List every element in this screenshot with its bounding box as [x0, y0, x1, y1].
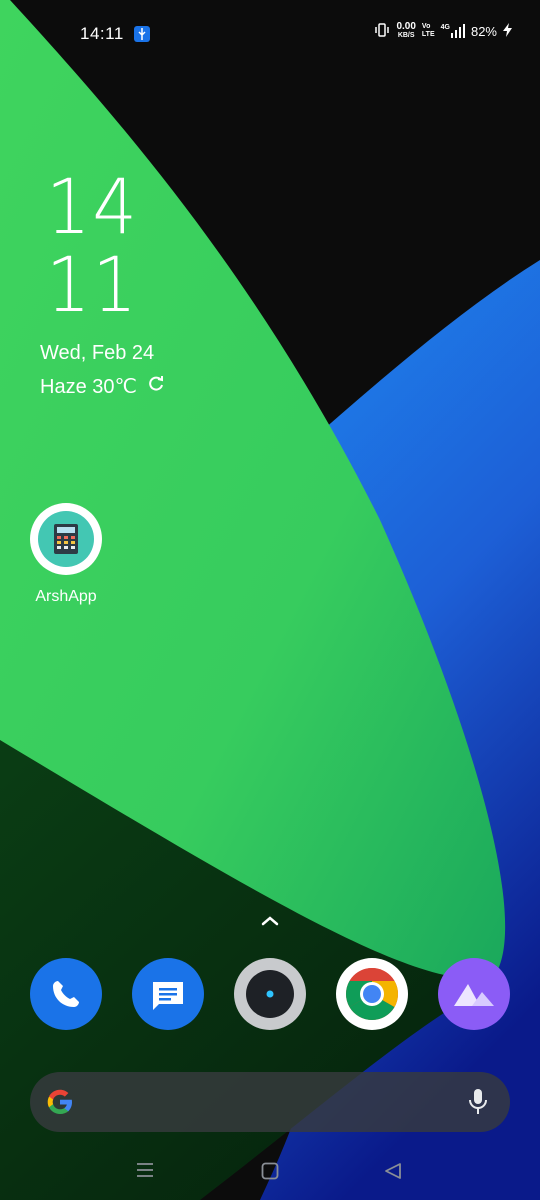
dock-gallery-button[interactable] [438, 958, 510, 1030]
weather-text: Haze 30℃ [40, 376, 137, 398]
gallery-icon [454, 984, 494, 1006]
app-label-arshapp[interactable]: ArshApp [0, 588, 132, 606]
app-arshapp[interactable] [30, 503, 102, 575]
refresh-icon[interactable] [147, 375, 165, 399]
battery-percent: 82% [470, 23, 497, 39]
menu-icon[interactable] [136, 1162, 154, 1183]
microphone-icon[interactable] [468, 1088, 488, 1121]
charging-icon [503, 22, 512, 40]
google-search-bar[interactable] [30, 1072, 510, 1132]
signal-icon: 4G [441, 24, 465, 38]
navigation-bar [0, 1148, 540, 1200]
dock-messages-button[interactable] [132, 958, 204, 1030]
message-icon [153, 982, 183, 1010]
network-speed: 0.00 KB/S [396, 21, 416, 40]
dock-camera-button[interactable] [234, 958, 306, 1030]
usb-icon [134, 26, 150, 42]
status-time: 14:11 [80, 24, 124, 43]
dock-chrome-button[interactable] [336, 958, 408, 1030]
app-drawer-chevron-icon[interactable] [259, 914, 281, 933]
weather-widget[interactable]: Haze 30℃ [40, 374, 165, 399]
home-icon[interactable] [261, 1162, 279, 1185]
vibrate-icon [374, 22, 390, 40]
clock-widget[interactable]: 14 11 [46, 168, 147, 324]
clock-hours: 14 [46, 162, 139, 251]
date-text: Wed, Feb 24 [40, 342, 155, 364]
google-g-icon[interactable] [44, 1086, 76, 1123]
clock-minutes: 11 [46, 240, 139, 329]
phone-icon [53, 981, 79, 1007]
camera-icon [246, 970, 294, 1018]
chrome-icon [346, 968, 398, 1020]
calculator-icon [30, 503, 102, 575]
status-bar: 14:11 0.00 KB/S Vo LTE 4G 82% [0, 0, 540, 68]
volte-indicator: Vo LTE [421, 23, 435, 38]
dock-phone-button[interactable] [30, 958, 102, 1030]
back-icon[interactable] [384, 1162, 402, 1185]
